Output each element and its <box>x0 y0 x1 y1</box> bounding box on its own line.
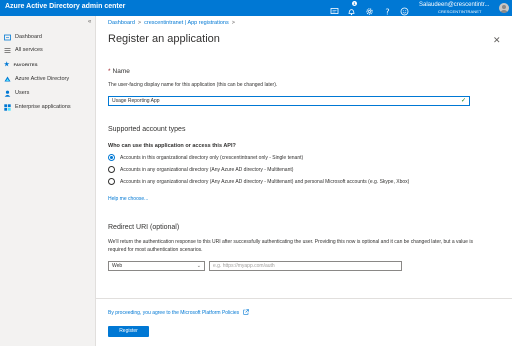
user-tenant[interactable]: CRESCENTINTRANET <box>438 9 482 14</box>
apps-icon <box>4 103 11 111</box>
sidebar-item-all-services[interactable]: All services <box>4 45 43 55</box>
favorites-header: ★ FAVORITES <box>4 62 38 68</box>
user-icon <box>4 90 11 97</box>
external-link-icon <box>242 309 249 315</box>
radio-button[interactable] <box>108 178 115 185</box>
checkmark-icon: ✓ <box>460 98 466 104</box>
help-icon[interactable]: ? <box>383 3 392 16</box>
svg-text:?: ? <box>385 7 389 16</box>
sidebar: « Dashboard All services ★ FAVORITES Azu… <box>0 16 96 346</box>
breadcrumb-dashboard[interactable]: Dashboard <box>108 20 135 26</box>
collapse-sidebar-button[interactable]: « <box>88 19 91 25</box>
account-types-question: Who can use this application or access t… <box>108 143 236 149</box>
app-title[interactable]: Azure Active Directory admin center <box>5 3 125 10</box>
account-type-option-single-tenant[interactable]: Accounts in this organizational director… <box>108 153 303 162</box>
radio-label: Accounts in any organizational directory… <box>120 166 294 173</box>
radio-label: Accounts in this organizational director… <box>120 154 304 161</box>
name-input[interactable]: Usage Reporting App ✓ <box>108 96 470 106</box>
radio-button[interactable] <box>108 166 115 173</box>
sidebar-item-label: Users <box>15 90 30 96</box>
feedback-icon[interactable] <box>330 3 339 14</box>
platform-select-value: Web <box>112 263 123 269</box>
close-icon[interactable]: ✕ <box>493 35 501 46</box>
account-types-title: Supported account types <box>108 126 186 133</box>
sidebar-item-users[interactable]: Users <box>4 88 29 98</box>
sidebar-item-label: Dashboard <box>15 34 42 40</box>
aad-icon <box>4 76 11 83</box>
footer-divider <box>96 298 512 299</box>
sidebar-item-enterprise-applications[interactable]: Enterprise applications <box>4 102 71 112</box>
name-input-value: Usage Reporting App <box>112 98 160 104</box>
star-icon: ★ <box>4 62 10 68</box>
smiley-icon[interactable] <box>400 3 409 16</box>
redirect-uri-description: We'll return the authentication response… <box>108 239 473 253</box>
list-icon <box>4 47 11 54</box>
name-description: The user-facing display name for this ap… <box>108 82 278 88</box>
radio-label: Accounts in any organizational directory… <box>120 178 410 185</box>
breadcrumb-app-registrations[interactable]: crescentintranet | App registrations <box>144 20 229 26</box>
platform-policies-link[interactable]: By proceeding, you agree to the Microsof… <box>108 309 249 316</box>
notification-badge: 1 <box>352 1 357 6</box>
platform-select[interactable]: Web ⌄ <box>108 261 205 271</box>
redirect-uri-input[interactable]: e.g. https://myapp.com/auth <box>209 261 402 271</box>
name-label: * Name <box>108 68 130 75</box>
gear-icon[interactable] <box>365 3 374 15</box>
redirect-uri-title: Redirect URI (optional) <box>108 224 180 231</box>
breadcrumb: Dashboard > crescentintranet | App registr… <box>108 20 238 26</box>
chevron-right-icon: > <box>231 20 235 26</box>
account-type-option-multitenant[interactable]: Accounts in any organizational directory… <box>108 165 293 174</box>
sidebar-item-azure-active-directory[interactable]: Azure Active Directory <box>4 74 69 84</box>
sidebar-item-label: Enterprise applications <box>15 104 71 110</box>
page-title: Register an application <box>108 33 220 45</box>
required-marker: * <box>108 68 111 75</box>
top-bar: Azure Active Directory admin center 1 ? … <box>0 0 512 16</box>
help-me-choose-link[interactable]: Help me choose... <box>108 196 148 202</box>
chevron-down-icon: ⌄ <box>196 263 201 269</box>
account-type-option-multitenant-personal[interactable]: Accounts in any organizational directory… <box>108 177 409 186</box>
sidebar-item-dashboard[interactable]: Dashboard <box>4 32 42 42</box>
avatar[interactable] <box>499 3 509 13</box>
sidebar-item-label: All services <box>15 47 43 53</box>
sidebar-item-label: Azure Active Directory <box>15 76 70 82</box>
user-name[interactable]: Salaudeen@crescentintr... <box>419 2 489 8</box>
register-button[interactable]: Register <box>108 326 149 337</box>
dashboard-icon <box>4 34 11 41</box>
radio-button-selected[interactable] <box>108 154 115 161</box>
chevron-right-icon: > <box>137 20 142 26</box>
